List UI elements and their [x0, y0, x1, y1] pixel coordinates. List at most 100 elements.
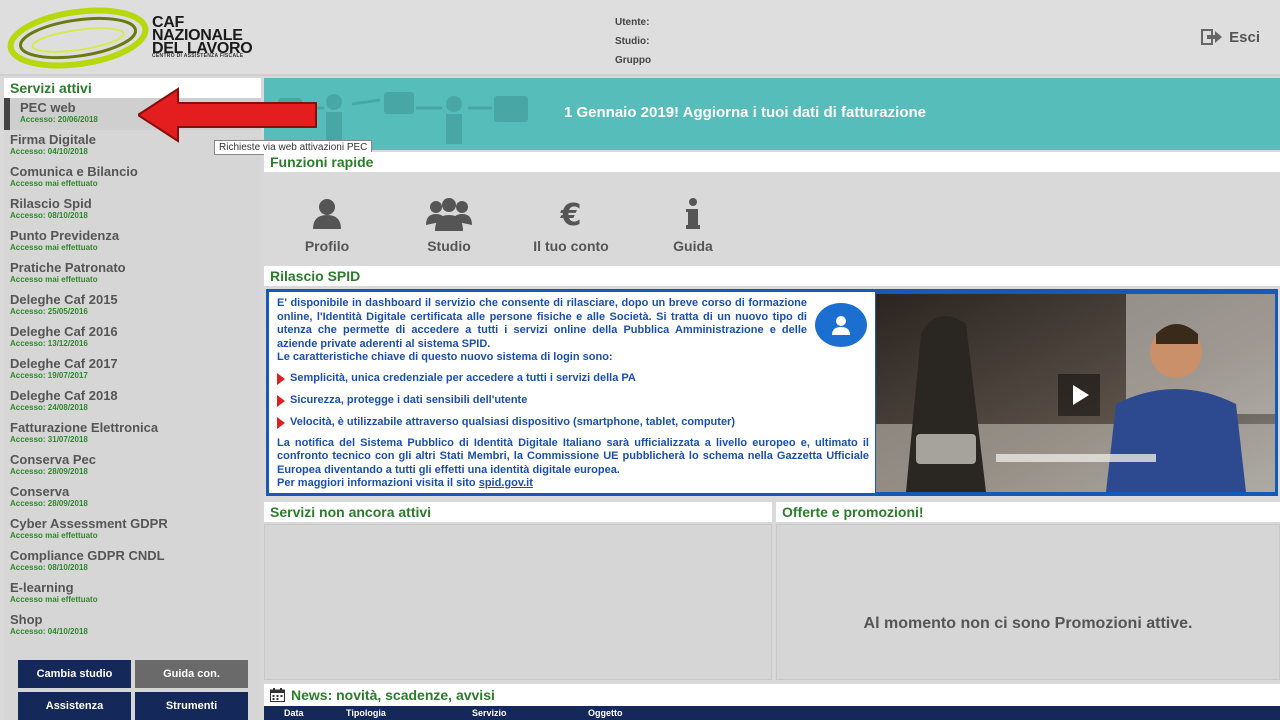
euro-icon: € — [516, 194, 626, 234]
user-icon — [272, 194, 382, 234]
column-header[interactable]: Servizio — [472, 708, 507, 718]
sidebar-item-comunica-bilancio[interactable]: Comunica e Bilancio Accesso mai effettuat… — [4, 162, 261, 194]
assistenza-button[interactable]: Assistenza — [18, 692, 131, 720]
quick-studio[interactable]: Studio — [394, 194, 504, 254]
column-header[interactable]: Oggetto — [588, 708, 623, 718]
sidebar-item-deleghe-caf-2016[interactable]: Deleghe Caf 2016 Accesso: 13/12/2016 — [4, 322, 261, 354]
quick-label: Studio — [427, 238, 471, 254]
list-item: Velocità, è utilizzabile attraverso qual… — [277, 412, 869, 434]
spid-intro: E' disponibile in dashboard il servizio … — [277, 297, 807, 350]
quick-profilo[interactable]: Profilo — [272, 194, 382, 254]
sidebar-item-deleghe-caf-2017[interactable]: Deleghe Caf 2017 Accesso: 19/07/2017 — [4, 354, 261, 386]
sidebar-item-fatturazione-elettronica[interactable]: Fatturazione Elettronica Accesso: 31/07/2… — [4, 418, 261, 450]
sidebar-item-deleghe-caf-2015[interactable]: Deleghe Caf 2015 Accesso: 25/05/2016 — [4, 290, 261, 322]
column-header[interactable]: Data — [284, 708, 304, 718]
svg-text:€: € — [560, 198, 582, 231]
service-name: E-learning — [10, 580, 74, 595]
service-access: Accesso mai effettuato — [10, 243, 98, 252]
sidebar-item-shop[interactable]: Shop Accesso: 04/10/2018 — [4, 610, 261, 642]
sidebar-item-cyber-assessment-gdpr[interactable]: Cyber Assessment GDPR Accesso mai effettu… — [4, 514, 261, 546]
logo-text: CAF NAZIONALE DEL LAVORO — [152, 14, 253, 57]
service-access: Accesso mai effettuato — [10, 179, 98, 188]
service-name: Pratiche Patronato — [10, 260, 126, 275]
service-access: Accesso: 31/07/2018 — [10, 435, 88, 444]
banner-text: 1 Gennaio 2019! Aggiorna i tuoi dati di … — [564, 104, 926, 121]
service-access: Accesso mai effettuato — [10, 595, 98, 604]
service-access: Accesso: 04/10/2018 — [10, 627, 88, 636]
service-name: Deleghe Caf 2017 — [10, 356, 118, 371]
bullet-arrow-icon — [277, 394, 285, 407]
sidebar-item-pratiche-patronato[interactable]: Pratiche Patronato Accesso mai effettuato — [4, 258, 261, 290]
service-name: Conserva — [10, 484, 70, 499]
service-access: Accesso: 28/09/2018 — [10, 499, 88, 508]
sidebar: Servizi attivi PEC web Accesso: 20/06/201… — [4, 78, 261, 720]
sidebar-item-rilascio-spid[interactable]: Rilascio Spid Accesso: 08/10/2018 — [4, 194, 261, 226]
service-name: Conserva Pec — [10, 452, 96, 467]
sidebar-item-conserva-pec[interactable]: Conserva Pec Accesso: 28/09/2018 — [4, 450, 261, 482]
service-name: Shop — [10, 612, 43, 627]
service-access: Accesso: 13/12/2016 — [10, 339, 88, 348]
sidebar-item-compliance-gdpr-cndl[interactable]: Compliance GDPR CNDL Accesso: 08/10/2018 — [4, 546, 261, 578]
list-item: Semplicità, unica credenziale per accede… — [277, 368, 869, 390]
calendar-icon — [270, 688, 285, 702]
quick-functions-title: Funzioni rapide — [264, 152, 1280, 172]
exit-button[interactable]: Esci — [1201, 28, 1260, 46]
spid-features-list: Semplicità, unica credenziale per accede… — [277, 368, 869, 434]
cambia-studio-button[interactable]: Cambia studio — [18, 660, 131, 688]
info-icon — [638, 194, 748, 234]
spid-features-heading: Le caratteristiche chiave di questo nuov… — [277, 351, 613, 363]
quick-label: Guida — [673, 238, 713, 254]
offers-panel: Al momento non ci sono Promozioni attive… — [776, 524, 1280, 680]
header: CAF NAZIONALE DEL LAVORO CENTRO DI ASSIS… — [0, 0, 1280, 76]
service-name: Rilascio Spid — [10, 196, 92, 211]
studio-label: Studio: — [615, 36, 650, 47]
news-title: News: novità, scadenze, avvisi — [264, 684, 1280, 706]
offers-empty-message: Al momento non ci sono Promozioni attive… — [863, 615, 1193, 632]
service-name: Cyber Assessment GDPR — [10, 516, 168, 531]
offers-title: Offerte e promozioni! — [776, 502, 1280, 522]
quick-label: Il tuo conto — [533, 238, 609, 254]
services-list: PEC web Accesso: 20/06/2018 Firma Digital… — [4, 98, 261, 642]
users-icon — [394, 194, 504, 234]
spid-notice: La notifica del Sistema Pubblico di Iden… — [277, 436, 869, 476]
user-label: Utente: — [615, 17, 650, 28]
sidebar-buttons: Cambia studio Guida con. Assistenza Stru… — [18, 660, 248, 720]
service-name: Deleghe Caf 2016 — [10, 324, 118, 339]
spid-video[interactable] — [876, 294, 1275, 492]
quick-il-tuo-conto[interactable]: € Il tuo conto — [516, 194, 626, 254]
bullet-arrow-icon — [277, 372, 285, 385]
logo-subtitle: CENTRO DI ASSISTENZA FISCALE — [152, 53, 244, 59]
column-header[interactable]: Tipologia — [346, 708, 386, 718]
caf-logo-swoosh — [7, 7, 149, 69]
strumenti-button[interactable]: Strumenti — [135, 692, 248, 720]
service-name: Deleghe Caf 2015 — [10, 292, 118, 307]
bullet-arrow-icon — [277, 416, 285, 429]
spid-more-info: Per maggiori informazioni visita il sito… — [277, 477, 533, 489]
service-access: Accesso mai effettuato — [10, 275, 98, 284]
sidebar-item-punto-previdenza[interactable]: Punto Previdenza Accesso mai effettuato — [4, 226, 261, 258]
guida-con-button[interactable]: Guida con. — [135, 660, 248, 688]
quick-label: Profilo — [304, 238, 350, 254]
spid-panel: E' disponibile in dashboard il servizio … — [266, 289, 1278, 496]
sidebar-item-conserva[interactable]: Conserva Accesso: 28/09/2018 — [4, 482, 261, 514]
spid-user-icon — [815, 303, 867, 347]
news-table-header: Data Tipologia Servizio Oggetto — [264, 706, 1280, 720]
quick-guida[interactable]: Guida — [638, 194, 748, 254]
service-name: Punto Previdenza — [10, 228, 120, 243]
announcement-banner[interactable]: 1 Gennaio 2019! Aggiorna i tuoi dati di … — [264, 78, 1280, 150]
play-icon[interactable] — [1058, 374, 1100, 416]
service-access: Accesso: 25/05/2016 — [10, 307, 88, 316]
service-name: Compliance GDPR CNDL — [10, 548, 165, 563]
sidebar-item-e-learning[interactable]: E-learning Accesso mai effettuato — [4, 578, 261, 610]
user-info: Utente: Studio: Gruppo — [615, 13, 651, 70]
spid-link[interactable]: spid.gov.it — [479, 477, 533, 489]
inactive-services-title: Servizi non ancora attivi — [264, 502, 772, 522]
quick-functions: Profilo Studio € Il tuo conto Guida — [264, 174, 1280, 262]
service-access: Accesso: 19/07/2017 — [10, 371, 88, 380]
spid-description: E' disponibile in dashboard il servizio … — [269, 292, 875, 493]
service-name: Fatturazione Elettronica — [10, 420, 159, 435]
service-access: Accesso: 28/09/2018 — [10, 467, 88, 476]
sign-out-icon — [1201, 29, 1223, 45]
spid-title: Rilascio SPID — [264, 266, 1280, 286]
sidebar-item-deleghe-caf-2018[interactable]: Deleghe Caf 2018 Accesso: 24/08/2018 — [4, 386, 261, 418]
